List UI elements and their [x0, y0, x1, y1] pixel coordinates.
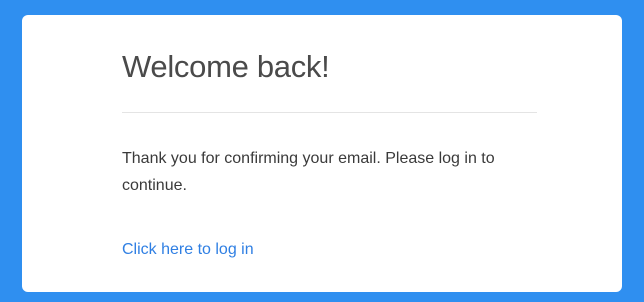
welcome-card: Welcome back! Thank you for confirming y… [22, 15, 622, 292]
divider [122, 112, 537, 113]
login-link[interactable]: Click here to log in [122, 239, 254, 261]
page-title: Welcome back! [122, 49, 330, 84]
confirmation-message: Thank you for confirming your email. Ple… [122, 150, 495, 194]
